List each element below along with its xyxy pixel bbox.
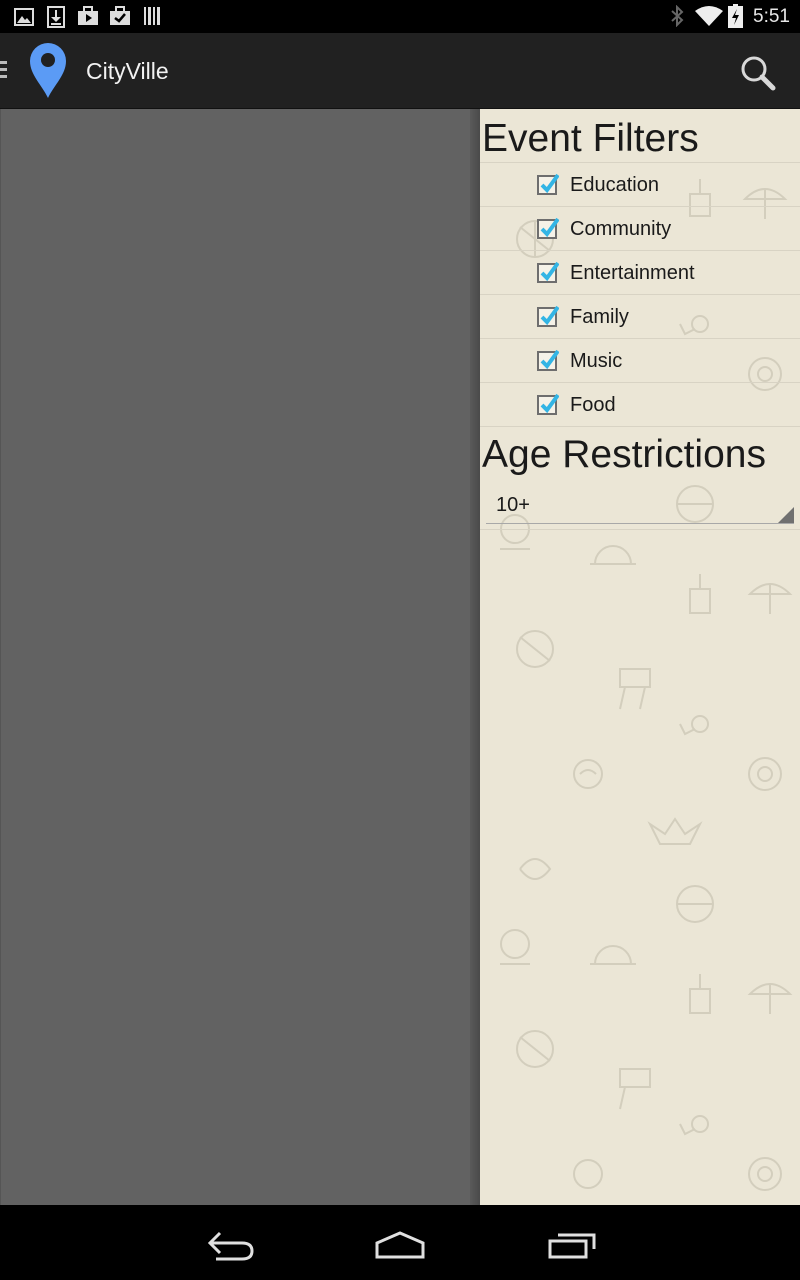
recent-apps-icon[interactable] [542,1219,602,1267]
filter-label: Education [570,174,659,196]
filter-drawer: Event Filters Education Community Entert… [480,109,800,1205]
search-icon[interactable] [738,53,778,93]
filter-label: Food [570,394,616,416]
navigation-bar [0,1205,800,1280]
drawer-toggle-icon[interactable] [0,61,8,79]
briefcase-check-icon [110,6,130,25]
filter-row-family[interactable]: Family [480,295,800,339]
checkbox-checked-icon[interactable] [537,173,559,195]
checkbox-checked-icon[interactable] [537,349,559,371]
age-restrictions-title: Age Restrictions [482,433,766,476]
action-bar: CityVille [0,33,800,109]
briefcase-play-icon [78,6,98,25]
map-pin-icon[interactable] [28,41,68,99]
app-title: CityVille [86,58,169,84]
clock: 5:51 [753,6,790,27]
event-filters-title: Event Filters [480,117,800,163]
filter-label: Family [570,306,629,328]
filter-label: Community [570,218,672,240]
checkbox-checked-icon[interactable] [537,217,559,239]
bluetooth-icon [671,5,684,27]
image-icon [14,8,34,26]
filter-label: Entertainment [570,262,695,284]
filter-row-entertainment[interactable]: Entertainment [480,251,800,295]
filter-row-food[interactable]: Food [480,383,800,427]
filter-row-education[interactable]: Education [480,163,800,207]
checkbox-checked-icon[interactable] [537,261,559,283]
drawer-content: Event Filters Education Community Entert… [480,109,800,530]
status-bar: 5:51 [0,0,800,33]
filter-row-music[interactable]: Music [480,339,800,383]
home-icon[interactable] [370,1219,430,1267]
map-view[interactable] [0,109,472,1205]
filter-label: Music [570,350,623,372]
barcode-icon [144,7,160,25]
dropdown-arrow-icon [778,507,794,523]
wifi-icon [695,6,723,26]
spinner-value: 10+ [496,494,530,516]
age-restriction-spinner[interactable]: 10+ [480,481,800,530]
filter-row-community[interactable]: Community [480,207,800,251]
drawer-shadow [470,109,480,1205]
spinner-underline [486,523,794,524]
back-icon[interactable] [200,1219,260,1267]
battery-charging-icon [728,4,743,28]
download-icon [47,6,65,28]
checkbox-checked-icon[interactable] [537,305,559,327]
checkbox-checked-icon[interactable] [537,393,559,415]
